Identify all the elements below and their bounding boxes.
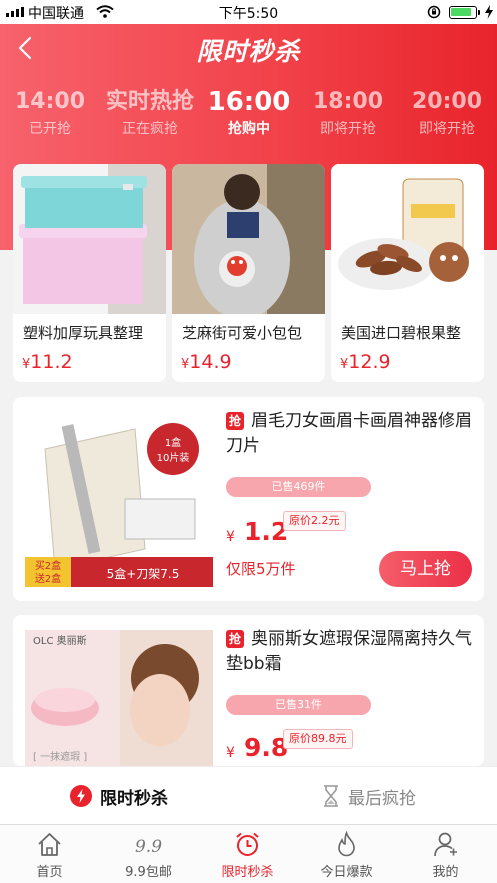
- slot-status: 抢购中: [228, 121, 270, 137]
- status-time: 下午5:50: [218, 6, 279, 22]
- battery-icon: [449, 6, 477, 19]
- featured-price: ¥11.2: [22, 351, 73, 373]
- slot-status: 已开抢: [29, 121, 71, 137]
- orientation-lock-icon: [427, 5, 441, 19]
- section-tabs: 限时秒杀 最后疯抢: [0, 766, 497, 824]
- tab-profile[interactable]: 我的: [396, 825, 495, 883]
- price-currency: ¥: [226, 529, 235, 545]
- featured-name: 塑料加厚玩具整理: [23, 324, 144, 342]
- lightning-icon: [70, 785, 92, 807]
- slot-time: 16:00: [207, 87, 291, 117]
- slot-time: 18:00: [312, 89, 384, 114]
- tagline-label: [ 一抹遮瑕 ]: [33, 750, 87, 763]
- tab-label: 限时秒杀: [221, 865, 274, 880]
- stock-limit: 仅限5万件: [226, 560, 296, 578]
- product-image-eyebrow-razor: 1盒 10片装 买2盒 送2盒 5盒+刀架7.5: [25, 409, 213, 589]
- slot-time: 实时热抢: [105, 89, 194, 114]
- user-icon: [434, 832, 457, 857]
- price-currency: ¥: [226, 745, 235, 761]
- page-title: 限时秒杀: [196, 37, 301, 66]
- promo-bundle: 5盒+刀架7.5: [107, 566, 180, 581]
- tab-last-rush[interactable]: 最后疯抢: [322, 767, 416, 825]
- alarm-clock-icon: [236, 832, 259, 856]
- tag-pieces: 10片装: [157, 451, 190, 464]
- slot-status: 即将开抢: [320, 121, 376, 137]
- nine-nine-icon: 9.9: [135, 837, 162, 857]
- svg-text:9.9: 9.9: [135, 837, 162, 857]
- slot-1600[interactable]: 16:00 抢购中: [194, 86, 304, 140]
- tab-label: 限时秒杀: [100, 788, 168, 809]
- tab-hot-today[interactable]: 今日爆款: [297, 825, 396, 883]
- charging-icon: [485, 5, 493, 19]
- bottom-tab-bar: 首页 9.9 9.9包邮 限时秒杀 今日爆款 我的: [0, 824, 497, 883]
- featured-price: ¥12.9: [340, 351, 391, 373]
- original-price: 原价2.2元: [283, 511, 346, 531]
- tag-box-count: 1盒: [165, 436, 181, 449]
- sold-count-bar: 已售31件: [226, 695, 371, 715]
- slot-1800[interactable]: 18:00 即将开抢: [293, 86, 403, 140]
- tab-label: 首页: [36, 865, 63, 880]
- featured-name: 芝麻街可爱小包包: [182, 324, 303, 342]
- promo-buy: 买2盒: [35, 559, 61, 572]
- tab-home[interactable]: 首页: [0, 825, 99, 883]
- battery-tip: [478, 10, 480, 15]
- slot-time: 14:00: [14, 89, 86, 114]
- product-price: 9.8: [244, 733, 289, 762]
- time-slot-bar: 14:00 已开抢 实时热抢 正在疯抢 16:00 抢购中 18:00 即将开抢…: [0, 86, 497, 146]
- hourglass-icon: [324, 785, 338, 807]
- product-image-cushion-bb: OLC 奥丽斯 [ 一抹遮瑕 ]: [25, 630, 213, 766]
- product-image-bag: [172, 164, 325, 314]
- brand-label: OLC 奥丽斯: [33, 634, 87, 647]
- flame-icon: [338, 831, 355, 857]
- tab-flash-sale[interactable]: 限时秒杀: [70, 767, 168, 825]
- original-price: 原价89.8元: [283, 729, 353, 749]
- product-image-pecans: [331, 164, 484, 314]
- slot-1400[interactable]: 14:00 已开抢: [0, 86, 105, 140]
- product-name: 眉毛刀女画眉卡画眉神器修眉刀片: [226, 411, 472, 456]
- tab-label: 最后疯抢: [348, 788, 416, 809]
- slot-realtime[interactable]: 实时热抢 正在疯抢: [95, 86, 205, 140]
- tab-flash-sale[interactable]: 限时秒杀: [198, 825, 297, 883]
- status-bar: 中国联通 下午5:50: [0, 0, 497, 24]
- slot-2000[interactable]: 20:00 即将开抢: [392, 86, 497, 140]
- product-card[interactable]: OLC 奥丽斯 [ 一抹遮瑕 ] 抢 奥丽斯女遮瑕保湿隔离持久气垫bb霜 已售3…: [13, 615, 484, 766]
- tab-label: 我的: [432, 865, 459, 880]
- tab-label: 今日爆款: [320, 865, 373, 880]
- home-icon: [38, 833, 61, 856]
- featured-name: 美国进口碧根果整: [341, 324, 462, 342]
- tab-label: 9.9包邮: [125, 865, 172, 880]
- product-name: 奥丽斯女遮瑕保湿隔离持久气垫bb霜: [226, 629, 472, 674]
- featured-price: ¥14.9: [181, 351, 232, 373]
- buy-now-button[interactable]: 马上抢: [379, 551, 472, 587]
- tab-nine-nine[interactable]: 9.9 9.9包邮: [99, 825, 198, 883]
- product-card[interactable]: 1盒 10片装 买2盒 送2盒 5盒+刀架7.5 抢 眉毛刀女画眉卡画眉神器修眉…: [13, 397, 484, 601]
- slot-time: 20:00: [411, 89, 483, 114]
- slot-status: 即将开抢: [419, 121, 475, 137]
- promo-get: 送2盒: [35, 572, 61, 585]
- slot-status: 正在疯抢: [122, 121, 178, 137]
- sold-count-bar: 已售469件: [226, 477, 371, 497]
- featured-card[interactable]: 芝麻街可爱小包包 ¥14.9: [172, 164, 325, 382]
- product-image-storage-box: [13, 164, 166, 314]
- featured-card[interactable]: 塑料加厚玩具整理 ¥11.2: [13, 164, 166, 382]
- featured-card[interactable]: 美国进口碧根果整 ¥12.9: [331, 164, 484, 382]
- product-price: 1.2: [244, 517, 289, 546]
